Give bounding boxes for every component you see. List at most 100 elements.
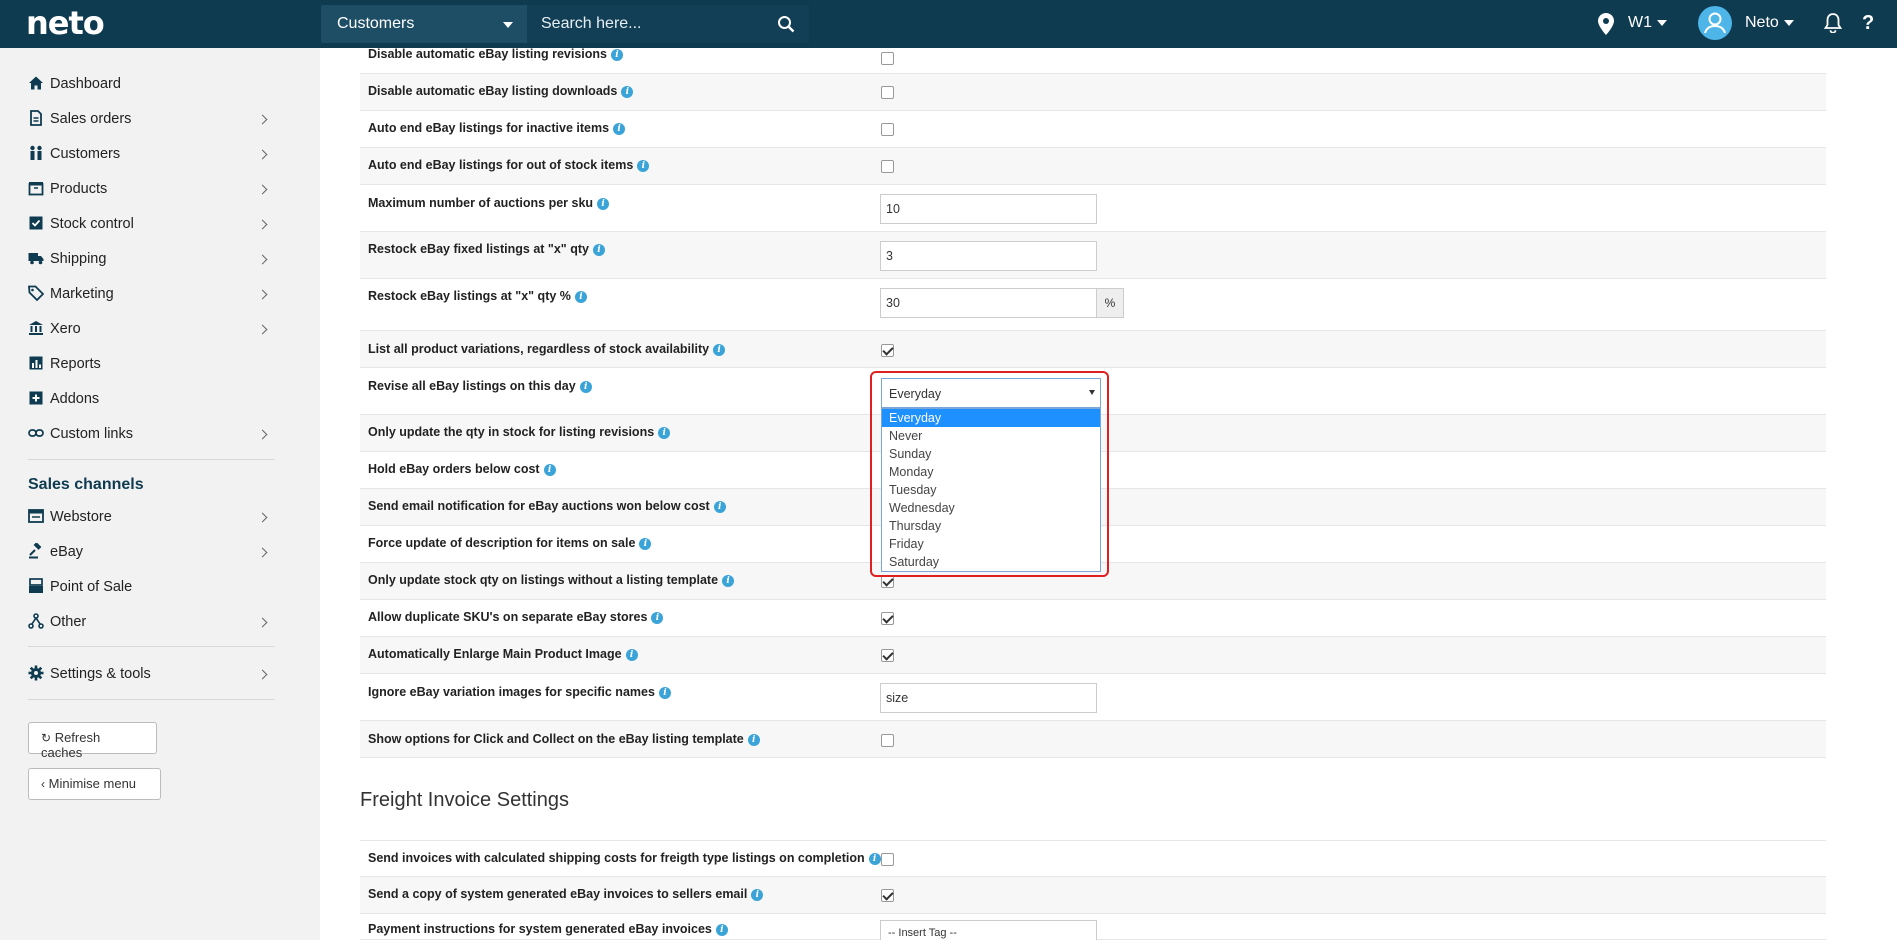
info-icon[interactable]: i: [658, 426, 671, 439]
info-icon[interactable]: i: [579, 380, 592, 393]
sidebar-item-marketing[interactable]: Marketing: [28, 281, 274, 309]
info-icon[interactable]: i: [715, 923, 728, 936]
user-menu[interactable]: Neto: [1745, 14, 1794, 32]
search-icon[interactable]: [777, 15, 795, 33]
info-icon[interactable]: i: [597, 197, 610, 210]
setting-label: Allow duplicate SKU's on separate eBay s…: [368, 610, 664, 624]
sidebar-item-custom-links[interactable]: Custom links: [28, 421, 274, 449]
option-friday[interactable]: Friday: [882, 535, 1100, 553]
user-icon: [1704, 12, 1726, 34]
info-icon[interactable]: i: [610, 48, 623, 61]
info-icon[interactable]: i: [651, 611, 664, 624]
list-all-variations-checkbox[interactable]: [881, 344, 894, 357]
info-icon[interactable]: i: [713, 343, 726, 356]
option-never[interactable]: Never: [882, 427, 1100, 445]
info-icon[interactable]: i: [747, 733, 760, 746]
tag-icon: [28, 285, 44, 301]
allow-duplicate-sku-checkbox[interactable]: [881, 612, 894, 625]
sidebar-item-dashboard[interactable]: Dashboard: [28, 71, 274, 99]
sidebar-item-addons[interactable]: Addons: [28, 386, 274, 414]
auto-end-out-of-stock-checkbox[interactable]: [881, 160, 894, 173]
payment-instructions-select[interactable]: -- Insert Tag --: [880, 920, 1097, 940]
info-icon[interactable]: i: [639, 537, 652, 550]
restock-percent-input[interactable]: 30: [880, 288, 1097, 318]
divider: [28, 646, 274, 647]
checkbox-icon: [29, 216, 43, 230]
option-wednesday[interactable]: Wednesday: [882, 499, 1100, 517]
info-icon[interactable]: i: [574, 290, 587, 303]
chevron-right-icon: [257, 547, 268, 558]
option-sunday[interactable]: Sunday: [882, 445, 1100, 463]
setting-row: Automatically Enlarge Main Product Image…: [360, 637, 1826, 674]
sidebar-item-label: Other: [50, 614, 87, 630]
sidebar-item-sales-orders[interactable]: Sales orders: [28, 106, 274, 134]
info-icon[interactable]: i: [625, 648, 638, 661]
option-everyday[interactable]: Everyday: [882, 409, 1100, 427]
box-icon: [28, 182, 44, 196]
sidebar-item-shipping[interactable]: Shipping: [28, 246, 274, 274]
sidebar-item-products[interactable]: Products: [28, 176, 274, 204]
freight-invoices-checkbox[interactable]: [881, 853, 894, 866]
auto-end-inactive-checkbox[interactable]: [881, 123, 894, 136]
info-icon[interactable]: i: [751, 888, 764, 901]
info-icon[interactable]: i: [637, 159, 650, 172]
max-auctions-input[interactable]: 10: [880, 194, 1097, 224]
sidebar-item-point-of-sale[interactable]: Point of Sale: [28, 574, 274, 602]
sidebar: Dashboard Sales orders Customers Product…: [0, 48, 320, 940]
location-selector[interactable]: W1: [1628, 14, 1667, 32]
enlarge-main-image-checkbox[interactable]: [881, 649, 894, 662]
help-icon[interactable]: ?: [1862, 12, 1874, 35]
plus-icon: [29, 391, 43, 405]
click-and-collect-checkbox[interactable]: [881, 734, 894, 747]
chart-icon: [29, 356, 43, 370]
ignore-variation-images-input[interactable]: size: [880, 683, 1097, 713]
avatar[interactable]: [1698, 6, 1732, 40]
sidebar-item-label: Reports: [50, 356, 101, 372]
gavel-icon: [29, 543, 42, 559]
chevron-right-icon: [257, 184, 268, 195]
option-tuesday[interactable]: Tuesday: [882, 481, 1100, 499]
disable-revisions-checkbox[interactable]: [881, 52, 894, 65]
sidebar-item-settings-tools[interactable]: Settings & tools: [28, 661, 274, 689]
disable-downloads-checkbox[interactable]: [881, 86, 894, 99]
sidebar-item-label: Settings & tools: [50, 666, 151, 682]
copy-invoices-checkbox[interactable]: [881, 889, 894, 902]
option-thursday[interactable]: Thursday: [882, 517, 1100, 535]
search-scope-select[interactable]: Customers: [321, 5, 527, 43]
sidebar-item-stock-control[interactable]: Stock control: [28, 211, 274, 239]
setting-label: Force update of description for items on…: [368, 536, 652, 550]
sidebar-item-label: Dashboard: [50, 76, 121, 92]
sidebar-item-webstore[interactable]: Webstore: [28, 504, 274, 532]
setting-row: Restock eBay fixed listings at "x" qty i …: [360, 232, 1826, 279]
chevron-right-icon: [257, 429, 268, 440]
location-pin-icon[interactable]: [1598, 13, 1614, 35]
neto-logo[interactable]: neto: [26, 4, 105, 42]
info-icon[interactable]: i: [543, 463, 556, 476]
info-icon[interactable]: i: [613, 122, 626, 135]
info-icon[interactable]: i: [592, 243, 605, 256]
info-icon[interactable]: i: [713, 500, 726, 513]
info-icon[interactable]: i: [621, 85, 634, 98]
info-icon[interactable]: i: [722, 574, 735, 587]
sidebar-item-other[interactable]: Other: [28, 609, 274, 637]
sidebar-item-reports[interactable]: Reports: [28, 351, 274, 379]
option-saturday[interactable]: Saturday: [882, 553, 1100, 571]
bell-icon[interactable]: [1824, 13, 1842, 33]
chevron-right-icon: [257, 219, 268, 230]
revise-day-select[interactable]: Everyday: [881, 378, 1101, 408]
setting-label: Auto end eBay listings for inactive item…: [368, 121, 626, 135]
sidebar-item-ebay[interactable]: eBay: [28, 539, 274, 567]
chevron-right-icon: [257, 617, 268, 628]
sidebar-item-xero[interactable]: Xero: [28, 316, 274, 344]
option-monday[interactable]: Monday: [882, 463, 1100, 481]
refresh-caches-button[interactable]: ↻ Refresh caches: [28, 722, 157, 760]
minimise-menu-button[interactable]: ‹ Minimise menu: [28, 768, 161, 800]
divider: [28, 699, 274, 700]
sidebar-item-customers[interactable]: Customers: [28, 141, 274, 169]
chevron-left-icon: ‹: [41, 777, 45, 791]
info-icon[interactable]: i: [658, 686, 671, 699]
restock-fixed-input[interactable]: 3: [880, 241, 1097, 271]
setting-label: Only update the qty in stock for listing…: [368, 425, 671, 439]
search-input[interactable]: [527, 5, 757, 43]
info-icon[interactable]: i: [868, 852, 881, 865]
